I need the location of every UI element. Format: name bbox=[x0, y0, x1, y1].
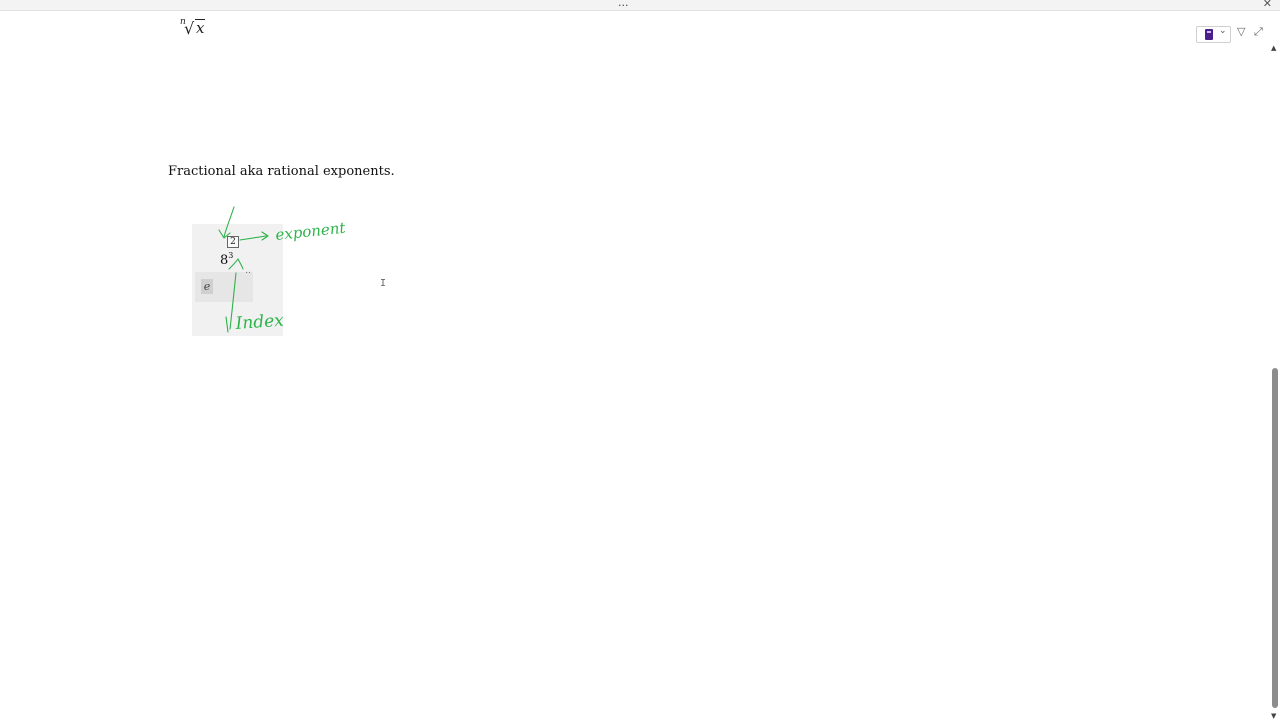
more-options-dots[interactable]: .. bbox=[245, 266, 251, 276]
vertical-scrollbar[interactable]: ▲ ▼ bbox=[1270, 40, 1280, 720]
placeholder-cell[interactable]: e bbox=[201, 279, 213, 294]
notebook-canvas[interactable]: n √ x Fractional aka rational exponents.… bbox=[0, 11, 1270, 720]
close-icon[interactable]: ✕ bbox=[1263, 0, 1272, 10]
math-editor-box[interactable]: 2 83 .. e bbox=[192, 224, 283, 336]
scrollbar-thumb[interactable] bbox=[1272, 368, 1278, 708]
radicand: x bbox=[195, 19, 206, 37]
text-cursor-icon: I bbox=[380, 278, 387, 289]
math-input-row[interactable]: .. e bbox=[195, 266, 253, 302]
radical-symbol: √ bbox=[184, 19, 195, 38]
calculator-menu-button[interactable]: ⌄ bbox=[1196, 26, 1231, 43]
exponent-denominator: 3 bbox=[228, 251, 234, 260]
chevron-down-icon: ⌄ bbox=[1219, 26, 1227, 36]
expand-icon[interactable]: ⤢ bbox=[1254, 25, 1263, 39]
filter-icon[interactable]: ▽ bbox=[1237, 25, 1245, 38]
exponent-annotation: exponent bbox=[275, 219, 348, 244]
scroll-up-icon[interactable]: ▲ bbox=[1271, 44, 1276, 52]
exponent-numerator-box[interactable]: 2 bbox=[227, 236, 239, 248]
calculator-icon bbox=[1205, 29, 1213, 40]
section-heading: Fractional aka rational exponents. bbox=[168, 164, 395, 179]
window-title-bar: ... ✕ bbox=[0, 0, 1280, 11]
handwritten-annotations: exponent Index bbox=[218, 206, 348, 334]
window-menu-dots[interactable]: ... bbox=[618, 0, 629, 9]
scroll-down-icon[interactable]: ▼ bbox=[1271, 712, 1276, 720]
power-expression: 83 bbox=[220, 251, 233, 268]
